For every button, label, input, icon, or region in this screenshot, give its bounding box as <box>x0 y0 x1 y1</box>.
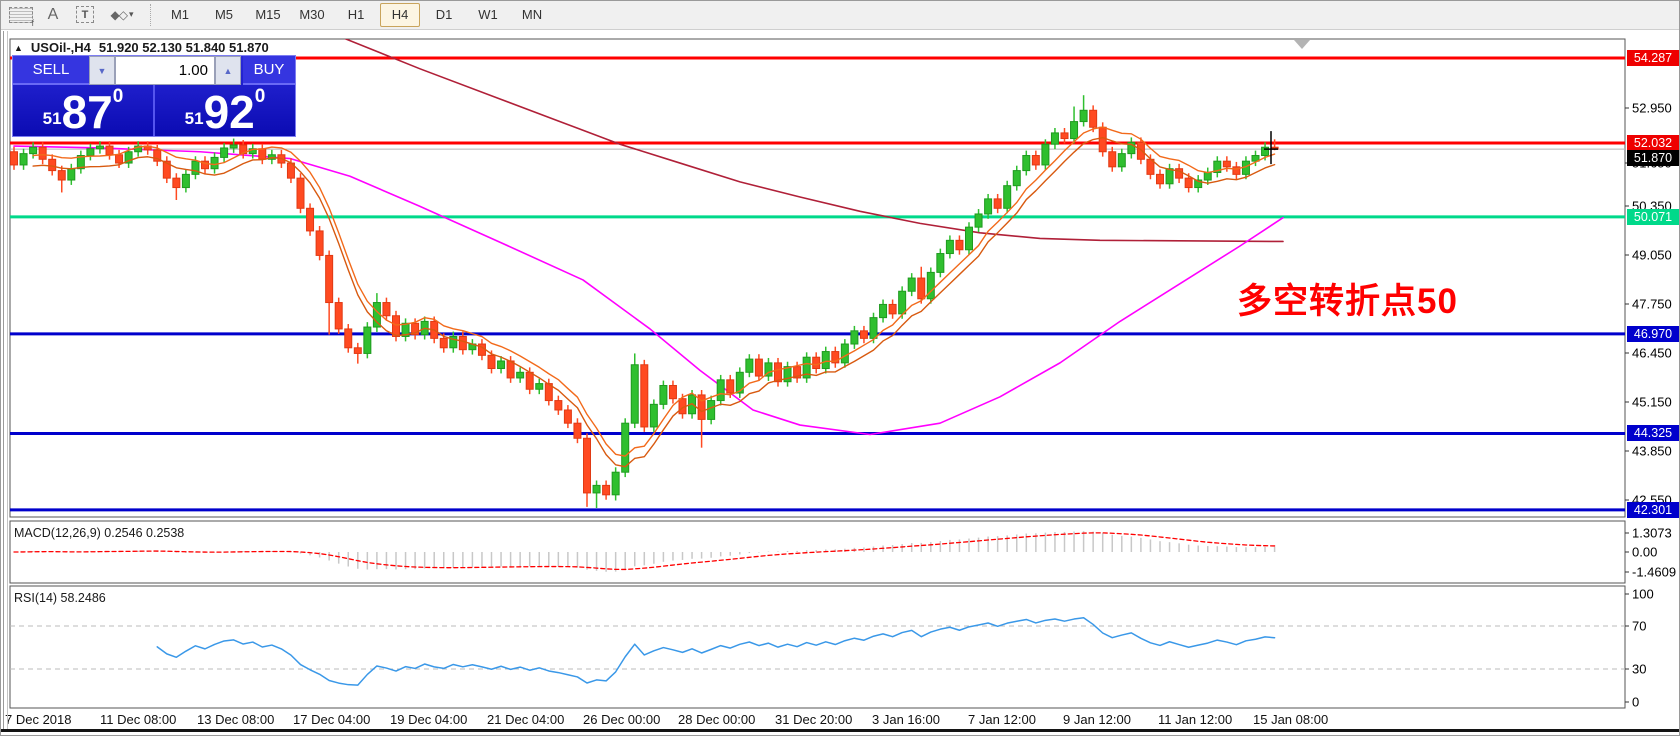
price-tick-label: 46.450 <box>1632 345 1672 361</box>
price-level-badge: 46.970 <box>1627 326 1679 342</box>
macd-tick-label: -1.4609 <box>1632 564 1677 580</box>
time-axis-label: 3 Jan 16:00 <box>872 712 940 727</box>
buy-price-point: 0 <box>254 86 266 107</box>
rsi-tick-label: 30 <box>1632 661 1647 677</box>
symbol-period-label: USOil-,H4 <box>30 40 91 55</box>
window-bottom-edge <box>0 729 1680 732</box>
price-level-badge: 42.301 <box>1627 502 1679 518</box>
time-axis-label: 15 Jan 08:00 <box>1253 712 1329 727</box>
price-level-badge: 54.287 <box>1627 50 1679 66</box>
macd-title: MACD(12,26,9) 0.2546 0.2538 <box>14 526 185 540</box>
buy-button[interactable]: BUY <box>243 56 295 85</box>
volume-input[interactable] <box>115 56 215 85</box>
buy-price-display[interactable]: 51 92 0 <box>153 85 295 136</box>
rsi-tick-label: 100 <box>1632 586 1654 602</box>
time-axis-label: 31 Dec 20:00 <box>775 712 853 727</box>
rsi-title: RSI(14) 58.2486 <box>14 591 106 605</box>
sell-button[interactable]: SELL <box>13 56 89 85</box>
macd-tick-label: 0.00 <box>1632 544 1658 560</box>
ohlc-values: 51.920 52.130 51.840 51.870 <box>98 40 269 55</box>
time-axis-label: 26 Dec 00:00 <box>583 712 661 727</box>
price-level-badge: 44.325 <box>1627 425 1679 441</box>
sell-price-display[interactable]: 51 87 0 <box>13 85 153 136</box>
window-left-edge-inner <box>7 31 8 730</box>
volume-decrease-button[interactable]: ▼ <box>89 56 115 85</box>
buy-price-major: 51 <box>184 109 204 128</box>
volume-increase-button[interactable]: ▲ <box>215 56 241 85</box>
buy-price-pips: 92 <box>203 86 255 139</box>
time-axis-label: 13 Dec 08:00 <box>197 712 275 727</box>
time-axis-label: 7 Jan 12:00 <box>968 712 1036 727</box>
sell-price-point: 0 <box>112 86 124 107</box>
rsi-tick-label: 70 <box>1632 618 1647 634</box>
time-axis-label: 19 Dec 04:00 <box>390 712 468 727</box>
time-axis-label: 17 Dec 04:00 <box>293 712 371 727</box>
time-axis-label: 21 Dec 04:00 <box>487 712 565 727</box>
price-level-badge: 51.870 <box>1627 150 1679 166</box>
quote-panel: SELL ▼ ▲ BUY 51 87 0 51 92 0 <box>12 55 296 137</box>
price-tick-label: 43.850 <box>1632 443 1672 459</box>
collapse-triangle-icon[interactable]: ▲ <box>14 43 23 53</box>
time-axis-label: 28 Dec 00:00 <box>678 712 756 727</box>
time-axis-label: 7 Dec 2018 <box>5 712 72 727</box>
price-tick-label: 47.750 <box>1632 296 1672 312</box>
price-tick-label: 52.950 <box>1632 100 1672 116</box>
time-axis-label: 9 Jan 12:00 <box>1063 712 1131 727</box>
price-level-badge: 50.071 <box>1627 209 1679 225</box>
price-tick-label: 45.150 <box>1632 394 1672 410</box>
sell-price-pips: 87 <box>61 86 113 139</box>
price-level-badge: 52.032 <box>1627 135 1679 151</box>
macd-tick-label: 1.3073 <box>1632 525 1672 541</box>
window-left-edge <box>3 31 4 730</box>
chart-title: ▲ USOil-,H4 51.920 52.130 51.840 51.870 <box>14 40 269 55</box>
trend-annotation: 多空转折点50 <box>1237 282 1458 321</box>
time-axis-label: 11 Dec 08:00 <box>100 712 177 727</box>
time-axis-label: 11 Jan 12:00 <box>1158 712 1233 727</box>
chart-shift-marker-icon[interactable] <box>1294 40 1310 49</box>
price-tick-label: 49.050 <box>1632 247 1672 263</box>
rsi-tick-label: 0 <box>1632 694 1640 710</box>
sell-price-major: 51 <box>42 109 62 128</box>
